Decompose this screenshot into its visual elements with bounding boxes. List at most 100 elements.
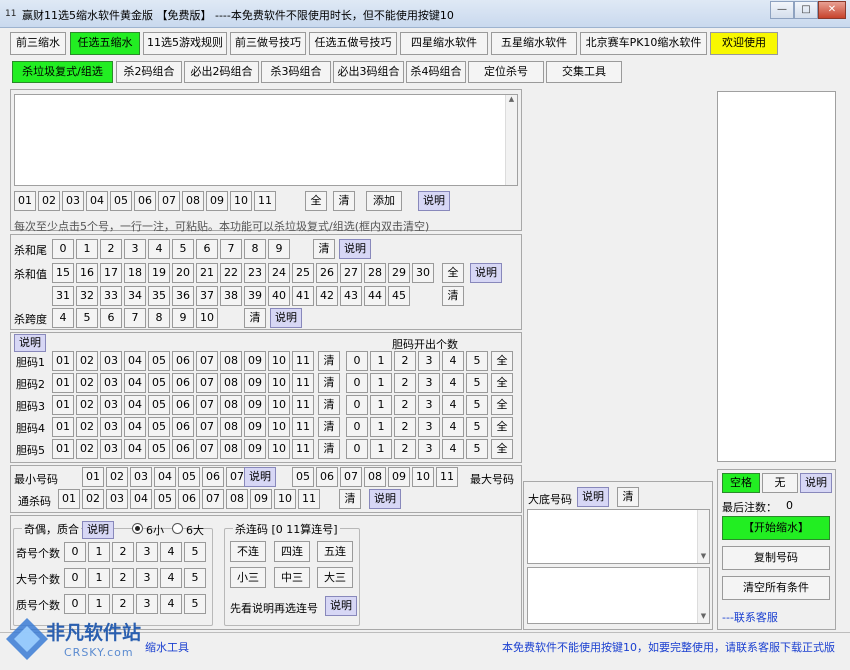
tab-renxuan5-tips[interactable]: 任选五做号技巧 (309, 32, 397, 55)
subtab-kill2[interactable]: 杀2码组合 (116, 61, 182, 83)
odd-row2-count-4[interactable]: 4 (160, 568, 182, 588)
tab-qiansan-tips[interactable]: 前三做号技巧 (230, 32, 306, 55)
kill-number-09[interactable]: 09 (250, 489, 272, 509)
tail-button-6[interactable]: 6 (196, 239, 218, 259)
four-consec-button[interactable]: 四连 (274, 541, 310, 562)
dan5-number-11[interactable]: 11 (292, 439, 314, 459)
odd-row1-count-1[interactable]: 1 (88, 542, 110, 562)
sum-button-21[interactable]: 21 (196, 263, 218, 283)
number-button-02[interactable]: 02 (38, 191, 60, 211)
dan4-number-03[interactable]: 03 (100, 417, 122, 437)
odd-row1-count-2[interactable]: 2 (112, 542, 134, 562)
base-textarea-scrollbar-2[interactable]: ▼ (697, 568, 709, 623)
big3-button[interactable]: 大三 (317, 567, 353, 588)
right-help-button[interactable]: 说明 (800, 473, 832, 493)
subtab-position-kill[interactable]: 定位杀号 (468, 61, 544, 83)
dan5-number-02[interactable]: 02 (76, 439, 98, 459)
add-button[interactable]: 添加 (366, 191, 402, 211)
sum-button-19[interactable]: 19 (148, 263, 170, 283)
dan2-number-05[interactable]: 05 (148, 373, 170, 393)
sum-button-39[interactable]: 39 (244, 286, 266, 306)
result-textarea[interactable] (717, 91, 836, 462)
dan1-number-02[interactable]: 02 (76, 351, 98, 371)
sum-button-20[interactable]: 20 (172, 263, 194, 283)
sum-button-29[interactable]: 29 (388, 263, 410, 283)
dan4-all-button[interactable]: 全 (491, 417, 513, 437)
span-button-6[interactable]: 6 (100, 308, 122, 328)
sum-button-18[interactable]: 18 (124, 263, 146, 283)
max-number-08[interactable]: 08 (364, 467, 386, 487)
dan3-count-5[interactable]: 5 (466, 395, 488, 415)
max-number-05[interactable]: 05 (292, 467, 314, 487)
kill-number-03[interactable]: 03 (106, 489, 128, 509)
dan1-clear-button[interactable]: 清 (318, 351, 340, 371)
dan5-clear-button[interactable]: 清 (318, 439, 340, 459)
dan1-number-11[interactable]: 11 (292, 351, 314, 371)
tab-welcome[interactable]: 欢迎使用 (710, 32, 778, 55)
dan5-count-0[interactable]: 0 (346, 439, 368, 459)
tab-qiansan[interactable]: 前三缩水 (10, 32, 66, 55)
space-button[interactable]: 空格 (722, 473, 760, 493)
dan1-number-04[interactable]: 04 (124, 351, 146, 371)
dan3-number-08[interactable]: 08 (220, 395, 242, 415)
number-button-10[interactable]: 10 (230, 191, 252, 211)
select-all-button[interactable]: 全 (305, 191, 327, 211)
number-button-09[interactable]: 09 (206, 191, 228, 211)
dan3-number-07[interactable]: 07 (196, 395, 218, 415)
kill-number-08[interactable]: 08 (226, 489, 248, 509)
number-button-06[interactable]: 06 (134, 191, 156, 211)
kill-number-05[interactable]: 05 (154, 489, 176, 509)
no-consec-button[interactable]: 不连 (230, 541, 266, 562)
sum-button-22[interactable]: 22 (220, 263, 242, 283)
kill-number-01[interactable]: 01 (58, 489, 80, 509)
dan2-number-07[interactable]: 07 (196, 373, 218, 393)
start-shrink-button[interactable]: 【开始缩水】 (722, 516, 830, 540)
dan1-number-01[interactable]: 01 (52, 351, 74, 371)
odd-row3-count-4[interactable]: 4 (160, 594, 182, 614)
dan5-number-06[interactable]: 06 (172, 439, 194, 459)
sum-button-25[interactable]: 25 (292, 263, 314, 283)
tail-clear-button[interactable]: 清 (313, 239, 335, 259)
tab-pk10[interactable]: 北京赛车PK10缩水软件 (580, 32, 707, 55)
dan1-count-2[interactable]: 2 (394, 351, 416, 371)
dan5-number-07[interactable]: 07 (196, 439, 218, 459)
sum-button-26[interactable]: 26 (316, 263, 338, 283)
dan1-number-08[interactable]: 08 (220, 351, 242, 371)
clear-all-conditions-button[interactable]: 清空所有条件 (722, 576, 830, 600)
dan2-number-11[interactable]: 11 (292, 373, 314, 393)
dan3-number-10[interactable]: 10 (268, 395, 290, 415)
tail-button-2[interactable]: 2 (100, 239, 122, 259)
number-button-04[interactable]: 04 (86, 191, 108, 211)
kill-clear-button[interactable]: 清 (339, 489, 361, 509)
tail-button-5[interactable]: 5 (172, 239, 194, 259)
dan4-number-05[interactable]: 05 (148, 417, 170, 437)
dan5-count-1[interactable]: 1 (370, 439, 392, 459)
odd-row3-count-5[interactable]: 5 (184, 594, 206, 614)
dan1-count-1[interactable]: 1 (370, 351, 392, 371)
dan4-count-0[interactable]: 0 (346, 417, 368, 437)
garbage-number-textarea[interactable]: ▲ (14, 94, 518, 186)
sum-button-33[interactable]: 33 (100, 286, 122, 306)
five-consec-button[interactable]: 五连 (317, 541, 353, 562)
dan4-number-02[interactable]: 02 (76, 417, 98, 437)
span-button-4[interactable]: 4 (52, 308, 74, 328)
dan1-number-10[interactable]: 10 (268, 351, 290, 371)
span-button-10[interactable]: 10 (196, 308, 218, 328)
dan-help-button[interactable]: 说明 (14, 334, 46, 352)
dan4-number-09[interactable]: 09 (244, 417, 266, 437)
span-button-5[interactable]: 5 (76, 308, 98, 328)
dan2-count-4[interactable]: 4 (442, 373, 464, 393)
dan1-number-09[interactable]: 09 (244, 351, 266, 371)
dan5-number-09[interactable]: 09 (244, 439, 266, 459)
kill-number-10[interactable]: 10 (274, 489, 296, 509)
odd-row2-count-5[interactable]: 5 (184, 568, 206, 588)
dan5-number-05[interactable]: 05 (148, 439, 170, 459)
odd-row1-count-5[interactable]: 5 (184, 542, 206, 562)
dan2-clear-button[interactable]: 清 (318, 373, 340, 393)
base-clear-button[interactable]: 清 (617, 487, 639, 507)
sum-button-38[interactable]: 38 (220, 286, 242, 306)
odd-row2-count-0[interactable]: 0 (64, 568, 86, 588)
copy-numbers-button[interactable]: 复制号码 (722, 546, 830, 570)
min-number-04[interactable]: 04 (154, 467, 176, 487)
kill-help-button[interactable]: 说明 (369, 489, 401, 509)
